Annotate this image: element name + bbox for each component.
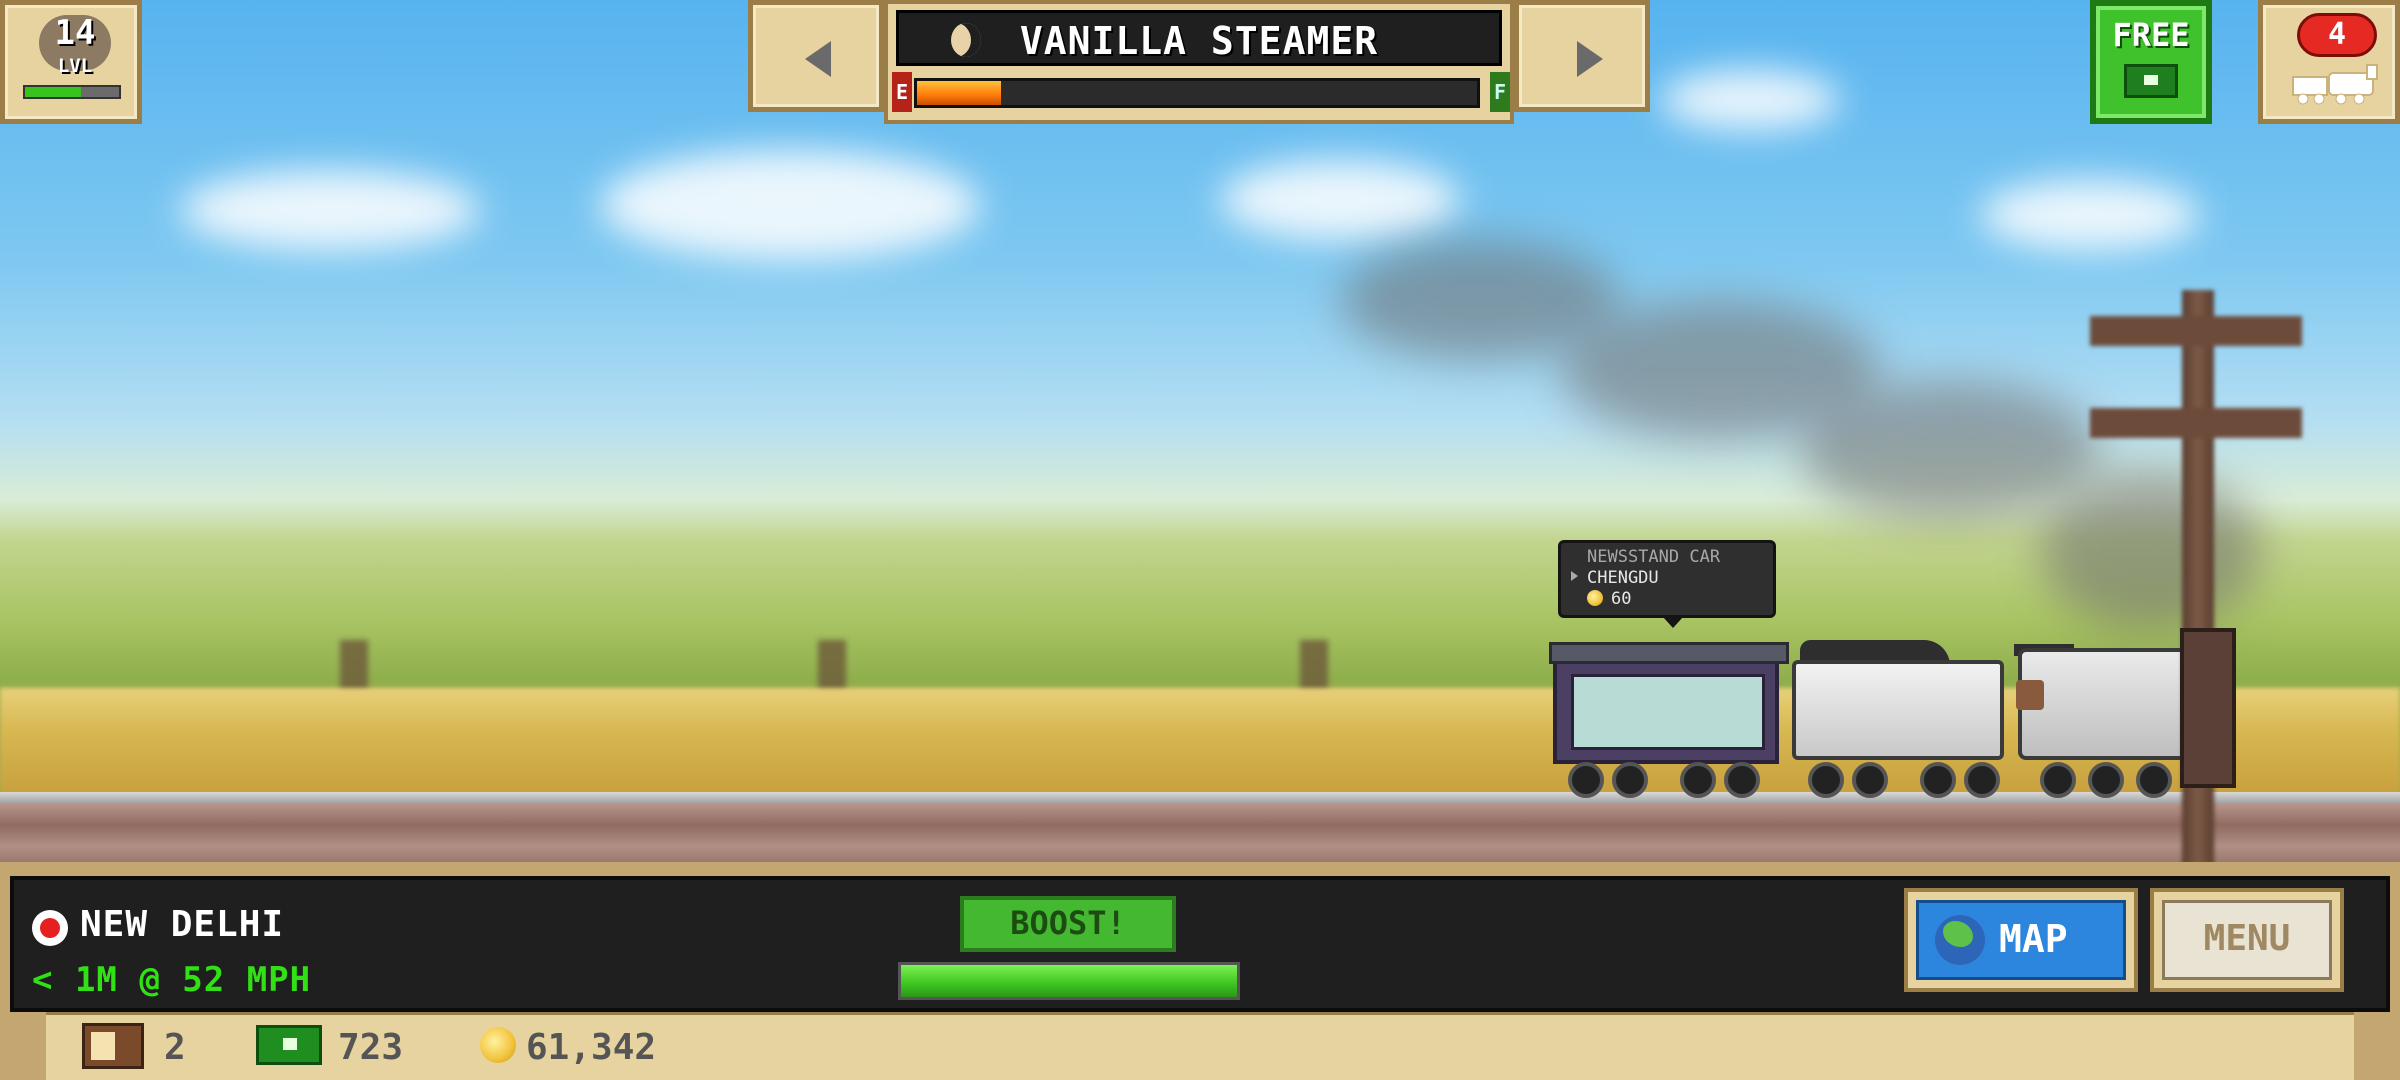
- tooltip-tail: [1663, 617, 1683, 628]
- train-driver: [2016, 680, 2044, 710]
- pole-crossbar: [2090, 316, 2302, 346]
- tooltip-reward-value: 60: [1611, 589, 1632, 609]
- boost-button[interactable]: BOOST!: [960, 896, 1176, 952]
- status-bar: NEW DELHI < 1M @ 52 MPH BOOST! MAP MENU: [10, 876, 2390, 1012]
- cash-count: 723: [338, 1027, 404, 1068]
- cloud: [1660, 70, 1840, 130]
- caret-right-icon: [1571, 571, 1578, 581]
- cloud: [1980, 180, 2200, 250]
- tooltip-reward: 60: [1587, 589, 1763, 610]
- rail: [0, 792, 2400, 804]
- station-name: NEW DELHI: [80, 904, 285, 945]
- locomotive[interactable]: [2018, 648, 2194, 760]
- train-name-bar: VANILLA STEAMER: [896, 10, 1502, 66]
- wheel: [2136, 762, 2172, 798]
- smokestack: [2180, 628, 2236, 788]
- cash-icon: [256, 1025, 322, 1065]
- train-icon: [2292, 64, 2378, 105]
- crate-icon: [82, 1023, 144, 1069]
- coin-icon: [480, 1027, 516, 1063]
- wheel: [2040, 762, 2076, 798]
- arrow-right-icon: [1577, 41, 1603, 77]
- train-selector: VANILLA STEAMER E F: [748, 0, 1650, 124]
- wheel: [1808, 762, 1844, 798]
- boost-meter-fill: [901, 965, 1237, 997]
- previous-train-button[interactable]: [748, 0, 884, 112]
- level-number: 14: [54, 13, 96, 53]
- boost-meter: [898, 962, 1240, 1000]
- free-label: FREE: [2112, 16, 2190, 54]
- station-icon: [32, 910, 68, 946]
- car-roof: [1549, 642, 1789, 664]
- wheel: [1612, 762, 1648, 798]
- level-label: LVL: [57, 55, 93, 77]
- next-train-button[interactable]: [1514, 0, 1650, 112]
- moon-icon: [951, 23, 981, 57]
- wheel: [1724, 762, 1760, 798]
- fuel-full-marker: F: [1490, 72, 1510, 112]
- free-cash-icon: [2124, 64, 2178, 98]
- level-progress-bar: [23, 85, 121, 99]
- fuel-bar: [914, 78, 1480, 108]
- smoke: [1800, 380, 2100, 520]
- newsstand-car[interactable]: [1549, 642, 1789, 764]
- cloud: [1220, 160, 1460, 240]
- train-count-badge: 4: [2297, 13, 2377, 57]
- globe-icon: [1935, 915, 1985, 965]
- coin-count: 61,342: [526, 1027, 657, 1068]
- level-badge[interactable]: 14 LVL: [0, 0, 142, 124]
- arrow-left-icon: [805, 41, 831, 77]
- cloud: [600, 150, 980, 260]
- level-progress-fill: [25, 87, 82, 97]
- resource-bar: 2 723 61,342: [46, 1012, 2354, 1080]
- wheel: [1920, 762, 1956, 798]
- train-name-panel: VANILLA STEAMER E F: [884, 0, 1514, 124]
- map-button[interactable]: MAP: [1904, 888, 2138, 992]
- fuel-fill: [917, 81, 1001, 105]
- map-button-face: MAP: [1916, 900, 2126, 980]
- menu-button[interactable]: MENU: [2150, 888, 2344, 992]
- wheel: [1852, 762, 1888, 798]
- train-name: VANILLA STEAMER: [1019, 19, 1379, 63]
- tender-car[interactable]: [1792, 660, 2004, 760]
- car-tooltip: NEWSSTAND CAR CHENGDU 60: [1558, 540, 1776, 628]
- menu-label: MENU: [2162, 900, 2332, 980]
- wheel: [2088, 762, 2124, 798]
- bottom-panel: NEW DELHI < 1M @ 52 MPH BOOST! MAP MENU …: [0, 862, 2400, 1080]
- coin-icon: [1587, 590, 1603, 606]
- free-cash-button[interactable]: FREE: [2090, 0, 2212, 124]
- wheel: [1568, 762, 1604, 798]
- map-label: MAP: [1999, 917, 2068, 961]
- crate-count: 2: [164, 1027, 186, 1068]
- pole-crossbar: [2090, 408, 2302, 438]
- car-window: [1571, 674, 1765, 750]
- smoke: [2040, 470, 2260, 630]
- fuel-empty-marker: E: [892, 72, 912, 112]
- train-count-button[interactable]: 4: [2258, 0, 2400, 124]
- cloud: [180, 170, 480, 250]
- distance-speed: < 1M @ 52 MPH: [32, 960, 312, 1000]
- tooltip-car-type: NEWSSTAND CAR: [1587, 547, 1721, 567]
- wheel: [1680, 762, 1716, 798]
- tooltip-destination: CHENGDU: [1587, 568, 1659, 588]
- wheel: [1964, 762, 2000, 798]
